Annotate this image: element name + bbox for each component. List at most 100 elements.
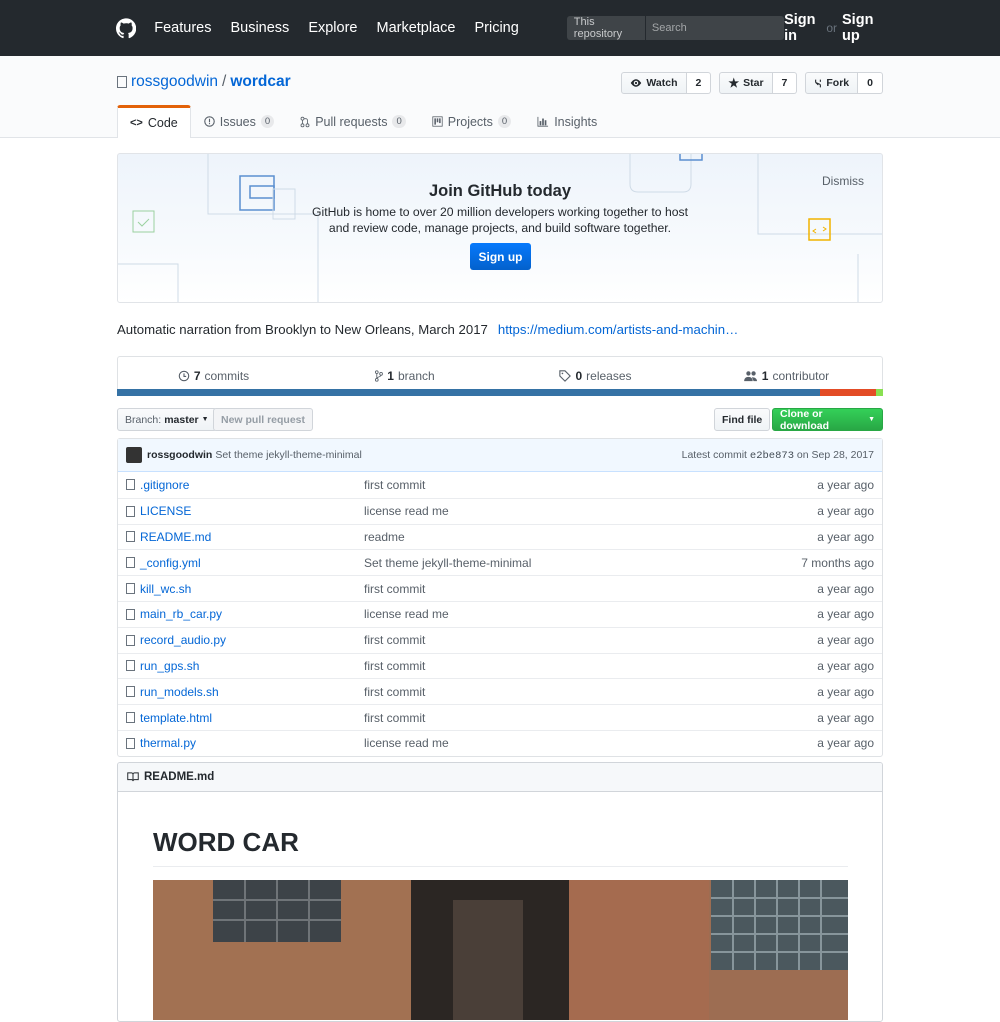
file-navigation: Branch: master ▼ New pull request Find f…: [117, 408, 883, 432]
file-name-link[interactable]: template.html: [140, 711, 364, 725]
nav-marketplace[interactable]: Marketplace: [376, 20, 455, 36]
search-input[interactable]: Search: [645, 16, 785, 40]
watch-button[interactable]: Watch: [621, 72, 687, 94]
file-age: a year ago: [817, 504, 874, 519]
readme: README.md WORD CAR: [117, 762, 883, 1022]
file-age: a year ago: [817, 658, 874, 673]
repo-header: rossgoodwin / wordcar Watch 2 ★ Star 7 F…: [0, 56, 1000, 138]
branch-select-button[interactable]: Branch: master ▼: [117, 408, 217, 431]
table-row: thermal.py license read me a year ago: [118, 729, 882, 756]
file-name-link[interactable]: README.md: [140, 530, 364, 544]
file-name-link[interactable]: run_models.sh: [140, 685, 364, 699]
nav-pricing[interactable]: Pricing: [474, 20, 518, 36]
file-icon: [126, 712, 135, 724]
file-icon: [126, 737, 135, 749]
clone-download-button[interactable]: Clone or download ▼: [772, 408, 883, 432]
language-bar[interactable]: [117, 389, 883, 396]
or-separator: or: [826, 21, 838, 35]
signup-prompt-title: Join GitHub today: [428, 182, 572, 200]
file-name-link[interactable]: LICENSE: [140, 504, 364, 518]
tab-insights[interactable]: Insights: [524, 105, 610, 137]
tab-pull-requests[interactable]: Pull requests 0: [287, 105, 419, 137]
file-name-link[interactable]: record_audio.py: [140, 633, 364, 647]
projects-counter: 0: [497, 115, 512, 128]
nav-features[interactable]: Features: [154, 20, 211, 36]
path-divider: /: [222, 73, 227, 90]
commit-tease: rossgoodwin Set theme jekyll-theme-minim…: [118, 439, 882, 472]
tab-projects[interactable]: Projects 0: [419, 105, 524, 137]
repo-name-link[interactable]: wordcar: [230, 73, 290, 91]
file-icon: [126, 686, 135, 698]
file-icon: [126, 505, 135, 517]
file-commit-message[interactable]: license read me: [364, 607, 817, 621]
file-name-link[interactable]: .gitignore: [140, 478, 364, 492]
file-commit-message[interactable]: first commit: [364, 582, 817, 596]
table-row: LICENSE license read me a year ago: [118, 497, 882, 524]
fork-count[interactable]: 0: [858, 72, 883, 94]
nav-business[interactable]: Business: [230, 20, 289, 36]
file-age: a year ago: [817, 633, 874, 648]
file-icon: [126, 557, 135, 569]
branch-icon: [375, 370, 384, 382]
file-name-link[interactable]: _config.yml: [140, 556, 364, 570]
file-icon: [126, 531, 135, 543]
fork-button[interactable]: Fork: [805, 72, 859, 94]
repo-owner-link[interactable]: rossgoodwin: [131, 73, 218, 91]
watch-label: Watch: [646, 77, 678, 89]
header-search: This repository Search: [566, 16, 785, 40]
signup-prompt-text: GitHub is home to over 20 million develo…: [312, 205, 688, 235]
contributor-count: 1: [761, 369, 769, 383]
file-commit-message[interactable]: Set theme jekyll-theme-minimal: [364, 556, 801, 570]
table-row: README.md readme a year ago: [118, 523, 882, 550]
file-commit-message[interactable]: license read me: [364, 736, 817, 750]
sign-up-link[interactable]: Sign up: [842, 12, 883, 44]
issue-icon: [203, 116, 215, 127]
repo-homepage-link[interactable]: https://medium.com/artists-and-machin…: [498, 322, 738, 337]
tab-insights-label: Insights: [554, 114, 598, 129]
file-commit-message[interactable]: first commit: [364, 659, 817, 673]
file-name-link[interactable]: main_rb_car.py: [140, 607, 364, 621]
branch-prefix: Branch:: [125, 413, 162, 426]
github-logo-icon[interactable]: [116, 16, 137, 41]
signup-prompt-button[interactable]: Sign up: [470, 243, 531, 270]
file-commit-message[interactable]: first commit: [364, 633, 817, 647]
star-button[interactable]: ★ Star: [719, 72, 773, 94]
table-row: run_models.sh first commit a year ago: [118, 678, 882, 704]
watch-count[interactable]: 2: [686, 72, 712, 94]
language-segment[interactable]: [117, 389, 821, 396]
new-pull-request-button[interactable]: New pull request: [213, 408, 314, 431]
repo-title: rossgoodwin / wordcar: [117, 73, 291, 91]
fork-group: Fork 0: [805, 72, 883, 94]
tab-code[interactable]: <> Code: [117, 105, 191, 138]
file-commit-message[interactable]: readme: [364, 530, 817, 544]
tab-issues[interactable]: Issues 0: [191, 105, 287, 137]
file-name-link[interactable]: thermal.py: [140, 736, 364, 750]
sign-in-link[interactable]: Sign in: [784, 12, 821, 44]
language-segment[interactable]: [820, 389, 877, 396]
file-name-link[interactable]: run_gps.sh: [140, 659, 364, 673]
table-row: .gitignore first commit a year ago: [118, 472, 882, 498]
readme-header: README.md: [118, 763, 882, 792]
avatar[interactable]: [126, 447, 142, 463]
dismiss-button[interactable]: Dismiss: [822, 174, 864, 188]
file-commit-message[interactable]: first commit: [364, 478, 817, 492]
star-count[interactable]: 7: [772, 72, 798, 94]
commit-author[interactable]: rossgoodwin: [147, 449, 212, 461]
fork-label: Fork: [826, 77, 850, 89]
issues-counter: 0: [260, 115, 275, 128]
repo-description-text: Automatic narration from Brooklyn to New…: [117, 322, 488, 337]
find-file-button[interactable]: Find file: [714, 408, 771, 431]
tab-issues-label: Issues: [219, 114, 256, 129]
file-commit-message[interactable]: license read me: [364, 504, 817, 518]
file-commit-message[interactable]: first commit: [364, 685, 817, 699]
file-name-link[interactable]: kill_wc.sh: [140, 582, 364, 596]
commit-message[interactable]: Set theme jekyll-theme-minimal: [215, 449, 361, 461]
tab-code-label: Code: [147, 116, 178, 130]
language-segment[interactable]: [876, 389, 883, 396]
commit-sha[interactable]: e2be873: [750, 450, 794, 462]
star-group: ★ Star 7: [719, 72, 798, 94]
nav-explore[interactable]: Explore: [308, 20, 357, 36]
file-commit-message[interactable]: first commit: [364, 711, 817, 725]
tag-icon: [559, 370, 572, 382]
table-row: record_audio.py first commit a year ago: [118, 626, 882, 653]
